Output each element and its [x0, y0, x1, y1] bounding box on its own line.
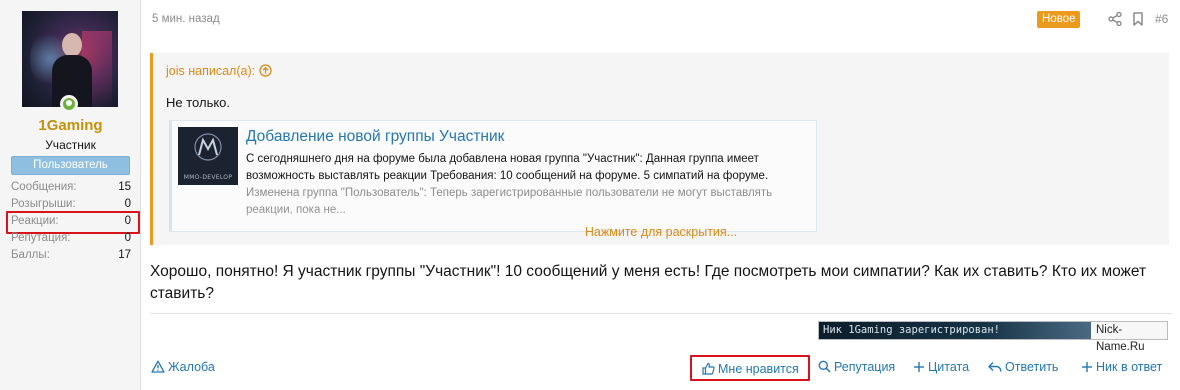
like-highlight: Мне нравится	[690, 355, 810, 381]
stat-value: 17	[118, 249, 131, 261]
forum-post: 1Gaming Участник Пользователь Сообщения:…	[0, 0, 1180, 390]
signature-divider	[150, 313, 1172, 314]
report-button[interactable]: Жалоба	[151, 360, 215, 374]
plus-icon	[1082, 362, 1092, 372]
reply-label: Ответить	[1005, 360, 1059, 374]
nick-reply-button[interactable]: Ник в ответ	[1081, 360, 1162, 374]
stat-value: 0	[124, 215, 131, 227]
arrow-up-circle-icon[interactable]	[258, 64, 272, 77]
reputation-label: Репутация	[834, 360, 896, 374]
report-label: Жалоба	[168, 360, 215, 374]
search-icon	[818, 360, 831, 373]
thumbs-up-icon	[702, 362, 715, 375]
signature-banner-text: Ник 1Gaming зарегистрирован!	[819, 322, 1091, 339]
plus-icon	[914, 362, 924, 372]
post-actions: Жалоба Мне нравится Репутация Цитата Отв…	[141, 355, 1180, 383]
signature-banner[interactable]: Ник 1Gaming зарегистрирован! Nick-Name.R…	[818, 321, 1168, 353]
like-button[interactable]: Мне нравится	[702, 362, 799, 376]
stat-label: Репутация:	[11, 232, 71, 244]
stat-label: Розыгрыши:	[11, 198, 76, 210]
like-label: Мне нравится	[718, 362, 799, 376]
description-line: С сегодняшнего дня на форуме была добавл…	[246, 153, 759, 165]
quote-button[interactable]: Цитата	[913, 360, 969, 374]
reply-icon	[988, 362, 1002, 372]
description-line: Изменена группа "Пользователь": Теперь з…	[246, 187, 773, 199]
stat-points: Баллы: 17	[11, 249, 131, 266]
logo-caption: MMO-DEVELOP	[183, 174, 233, 181]
quote-author-label: jois написал(а):	[166, 64, 256, 78]
link-preview-image: MMO-DEVELOP	[178, 127, 238, 185]
stat-reactions: Реакции: 0	[6, 211, 140, 234]
description-line: возможность выставлять реакции Требовани…	[246, 170, 769, 182]
stat-reputation: Репутация: 0	[11, 232, 131, 249]
stat-label: Баллы:	[11, 249, 50, 261]
stat-label: Реакции:	[11, 215, 59, 227]
post-main: 5 мин. назад Новое #6 jois написал(а): Н…	[141, 0, 1180, 390]
quote-author[interactable]: jois написал(а):	[166, 64, 272, 78]
quote-label: Цитата	[928, 360, 970, 374]
user-sidebar: 1Gaming Участник Пользователь Сообщения:…	[0, 0, 141, 390]
user-group-banner: Пользователь	[11, 156, 130, 175]
expand-quote-link[interactable]: Нажмите для раскрытия...	[153, 225, 1169, 239]
quote-block: jois написал(а): Не только. MMO-DEVELOP …	[150, 53, 1169, 245]
stat-value: 0	[124, 232, 131, 244]
nick-reply-label: Ник в ответ	[1096, 360, 1163, 374]
stat-value: 15	[118, 181, 131, 193]
reply-button[interactable]: Ответить	[988, 360, 1058, 374]
avatar[interactable]	[22, 11, 118, 107]
post-number[interactable]: #6	[1155, 12, 1168, 26]
mmo-develop-logo-icon	[194, 133, 222, 161]
link-preview-title[interactable]: Добавление новой группы Участник	[246, 128, 504, 146]
user-stats: Сообщения: 15 Розыгрыши: 0 Реакции: 0 Ре…	[6, 181, 140, 266]
share-icon[interactable]	[1107, 11, 1123, 27]
avatar-art	[62, 33, 82, 57]
warning-icon	[151, 360, 165, 373]
reputation-button[interactable]: Репутация	[818, 360, 895, 374]
link-preview[interactable]: MMO-DEVELOP Добавление новой группы Учас…	[169, 120, 817, 232]
user-title: Участник	[45, 138, 96, 152]
stat-label: Сообщения:	[11, 181, 77, 193]
online-status-icon	[60, 95, 78, 113]
stat-messages: Сообщения: 15	[11, 181, 131, 198]
username[interactable]: 1Gaming	[0, 117, 141, 134]
post-time[interactable]: 5 мин. назад	[152, 13, 220, 25]
new-badge: Новое	[1037, 11, 1081, 28]
signature-site: Nick-Name.Ru	[1096, 324, 1145, 353]
stat-value: 0	[124, 198, 131, 210]
post-body-text: Хорошо, понятно! Я участник группы "Учас…	[150, 263, 1147, 302]
quote-text: Не только.	[166, 95, 231, 110]
bookmark-icon[interactable]	[1130, 11, 1146, 27]
